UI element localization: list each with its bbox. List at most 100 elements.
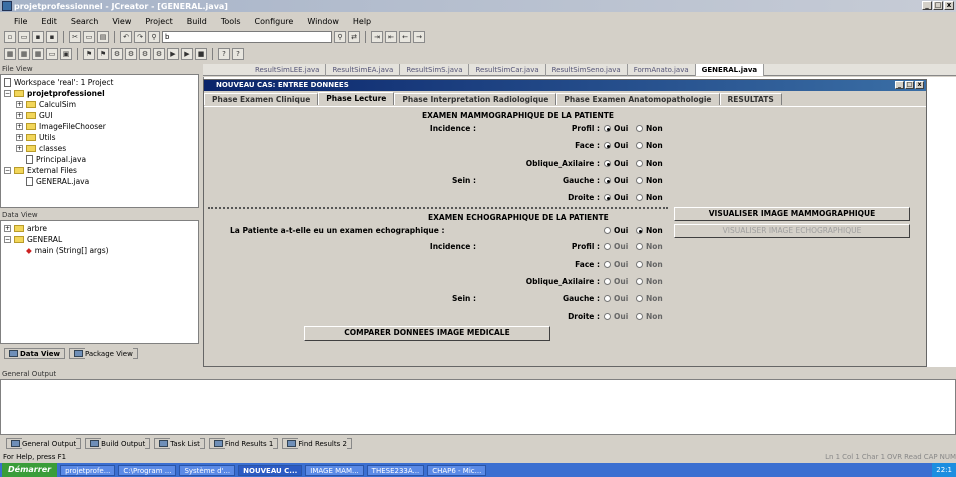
expand-icon[interactable]: +	[16, 134, 23, 141]
dialog-maximize-button[interactable]: □	[905, 81, 914, 89]
echo-face-non[interactable]: Non	[636, 260, 663, 269]
editor-tab[interactable]: ResultSimLEE.java	[249, 64, 327, 76]
dataview-icon[interactable]: ▦	[32, 48, 44, 60]
menu-view[interactable]: View	[112, 17, 131, 26]
bookmark-next-icon[interactable]: ⚑	[97, 48, 109, 60]
mammo-oblique-non[interactable]: Non	[636, 159, 663, 168]
tree-item-general[interactable]: GENERAL.java	[4, 176, 195, 187]
data-item-general[interactable]: − GENERAL	[4, 234, 195, 245]
tab-general-output[interactable]: General Output	[6, 438, 82, 449]
indent-icon[interactable]: ⇥	[371, 31, 383, 43]
echo-gauche-non[interactable]: Non	[636, 294, 663, 303]
menu-build[interactable]: Build	[187, 17, 207, 26]
find-icon[interactable]: ⚲	[148, 31, 160, 43]
echo-question-non[interactable]: Non	[636, 226, 663, 235]
output-icon[interactable]: ▭	[46, 48, 58, 60]
find-in-files-icon[interactable]: ⚲	[334, 31, 346, 43]
echo-gauche-oui[interactable]: Oui	[604, 294, 628, 303]
replace-icon[interactable]: ⇄	[348, 31, 360, 43]
expand-icon[interactable]: +	[16, 112, 23, 119]
mammo-droite-oui[interactable]: Oui	[604, 193, 628, 202]
visualiser-echo-button[interactable]: VISUALISER IMAGE ECHOGRAPHIQUE	[674, 224, 910, 238]
mammo-gauche-oui[interactable]: Oui	[604, 176, 628, 185]
menu-tools[interactable]: Tools	[221, 17, 241, 26]
taskbar-item[interactable]: CHAP6 - Mic...	[427, 464, 487, 476]
maximize-button[interactable]: □	[933, 1, 943, 10]
echo-oblique-oui[interactable]: Oui	[604, 277, 628, 286]
mammo-profil-non[interactable]: Non	[636, 124, 663, 133]
fileview-icon[interactable]: ▦	[18, 48, 30, 60]
open-icon[interactable]: ▭	[18, 31, 30, 43]
collapse-icon[interactable]: −	[4, 236, 11, 243]
tree-item-imagefilechooser[interactable]: + ImageFileChooser	[4, 121, 195, 132]
copy-icon[interactable]: ▭	[83, 31, 95, 43]
taskbar-item[interactable]: Système d'...	[179, 464, 236, 476]
menu-help[interactable]: Help	[353, 17, 371, 26]
data-item-main[interactable]: ◆ main (String[] args)	[4, 245, 195, 256]
echo-droite-oui[interactable]: Oui	[604, 312, 628, 321]
new-file-icon[interactable]: ▫	[4, 31, 16, 43]
collapse-icon[interactable]: −	[4, 90, 11, 97]
tab-package-view[interactable]: Package View	[68, 348, 138, 359]
paste-icon[interactable]: ▤	[97, 31, 109, 43]
redo-icon[interactable]: ↷	[134, 31, 146, 43]
tree-item-external-files[interactable]: − External Files	[4, 165, 195, 176]
taskbar-item[interactable]: THESE233A...	[366, 464, 425, 476]
tab-find-results-2[interactable]: Find Results 2	[282, 438, 352, 449]
editor-tab[interactable]: ResultSimS.java	[400, 64, 470, 76]
dialog-close-button[interactable]: x	[915, 81, 924, 89]
compile-icon[interactable]: ⚙	[111, 48, 123, 60]
collapse-icon[interactable]: −	[4, 167, 11, 174]
menu-configure[interactable]: Configure	[255, 17, 294, 26]
expand-icon[interactable]: +	[4, 225, 11, 232]
echo-profil-oui[interactable]: Oui	[604, 242, 628, 251]
tab-interpretation-radiologique[interactable]: Phase Interpretation Radiologique	[394, 93, 557, 105]
dialog-minimize-button[interactable]: _	[895, 81, 904, 89]
execute-icon[interactable]: ▶	[167, 48, 179, 60]
editor-tab[interactable]: FormAnato.java	[628, 64, 696, 76]
workspace-icon[interactable]: ▦	[4, 48, 16, 60]
mammo-droite-non[interactable]: Non	[636, 193, 663, 202]
help-icon[interactable]: ?	[232, 48, 244, 60]
editor-tab[interactable]: ResultSimSeno.java	[546, 64, 628, 76]
tree-item-classes[interactable]: + classes	[4, 143, 195, 154]
mammo-profil-oui[interactable]: Oui	[604, 124, 628, 133]
cut-icon[interactable]: ✂	[69, 31, 81, 43]
tab-build-output[interactable]: Build Output	[85, 438, 151, 449]
tab-task-list[interactable]: Task List	[154, 438, 205, 449]
forward-icon[interactable]: →	[413, 31, 425, 43]
echo-face-oui[interactable]: Oui	[604, 260, 628, 269]
menu-project[interactable]: Project	[145, 17, 172, 26]
fullscreen-icon[interactable]: ▣	[60, 48, 72, 60]
menu-edit[interactable]: Edit	[41, 17, 57, 26]
tree-item-calculsim[interactable]: + CalculSim	[4, 99, 195, 110]
search-combo[interactable]: b	[162, 31, 332, 43]
save-icon[interactable]: ▪	[32, 31, 44, 43]
data-item-arbre[interactable]: + arbre	[4, 223, 195, 234]
bookmark-icon[interactable]: ⚑	[83, 48, 95, 60]
tab-examen-clinique[interactable]: Phase Examen Clinique	[204, 93, 319, 105]
editor-tab-active[interactable]: GENERAL.java	[695, 64, 765, 76]
tree-item-workspace[interactable]: Workspace 'real': 1 Project	[4, 77, 195, 88]
output-text-area[interactable]	[0, 379, 956, 435]
editor-tab[interactable]: ResultSimEA.java	[326, 64, 401, 76]
mammo-oblique-oui[interactable]: Oui	[604, 159, 628, 168]
compile-all-icon[interactable]: ⚙	[125, 48, 137, 60]
stop-icon[interactable]: ■	[195, 48, 207, 60]
taskbar-item[interactable]: C:\Program ...	[118, 464, 177, 476]
menu-search[interactable]: Search	[71, 17, 98, 26]
javadoc-icon[interactable]: ?	[218, 48, 230, 60]
menu-file[interactable]: File	[14, 17, 27, 26]
taskbar-item-active[interactable]: NOUVEAU C...	[238, 464, 303, 476]
mammo-gauche-non[interactable]: Non	[636, 176, 663, 185]
close-button[interactable]: x	[944, 1, 954, 10]
taskbar-item[interactable]: projetprofe...	[60, 464, 116, 476]
tab-examen-anatomopathologie[interactable]: Phase Examen Anatomopathologie	[556, 93, 720, 105]
build-icon[interactable]: ⚙	[139, 48, 151, 60]
taskbar-item[interactable]: IMAGE MAM...	[305, 464, 364, 476]
back-icon[interactable]: ←	[399, 31, 411, 43]
mammo-face-non[interactable]: Non	[636, 141, 663, 150]
expand-icon[interactable]: +	[16, 145, 23, 152]
echo-question-oui[interactable]: Oui	[604, 226, 628, 235]
undo-icon[interactable]: ↶	[120, 31, 132, 43]
